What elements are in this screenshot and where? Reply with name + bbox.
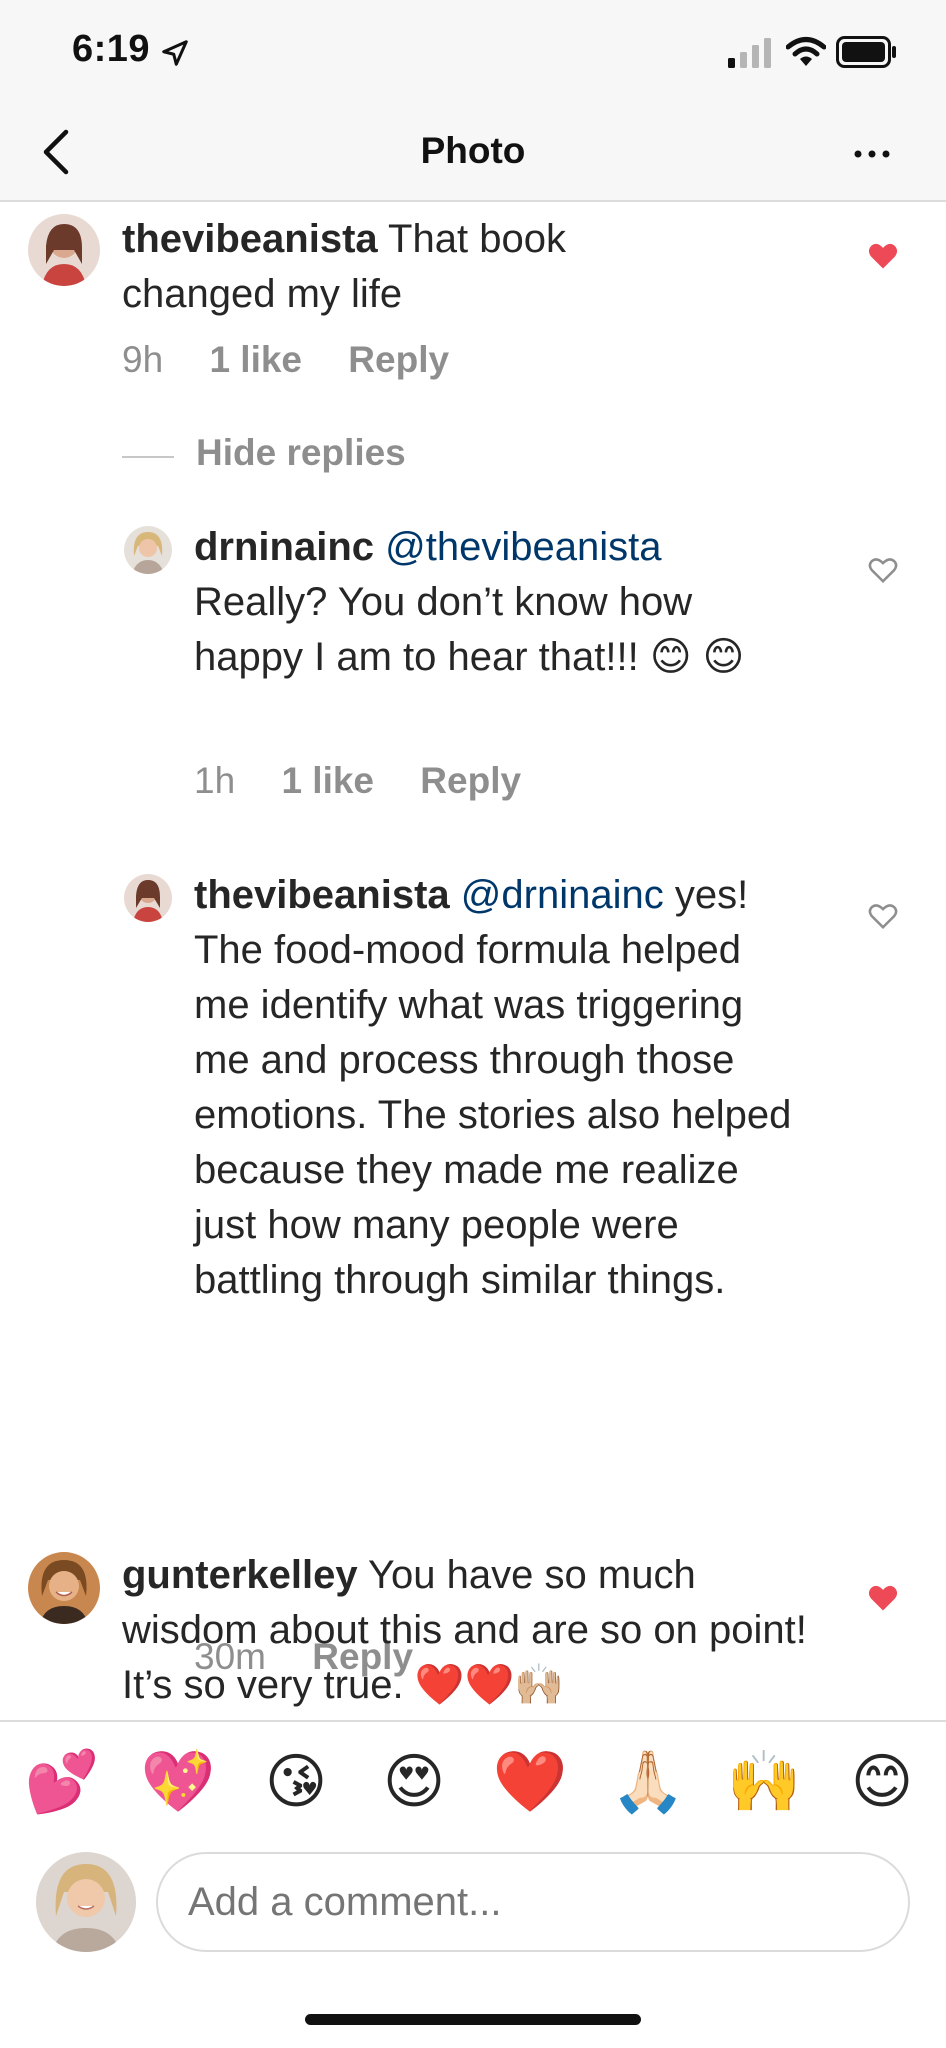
comment: gunterkelley You have so much wisdom abo… — [0, 1536, 946, 1720]
comment-username[interactable]: gunterkelley — [122, 1553, 358, 1597]
comments-list[interactable]: thevibeanista That book changed my life … — [0, 204, 946, 1720]
comment-likes[interactable]: 1 like — [209, 339, 302, 380]
hide-replies-toggle[interactable]: Hide replies — [122, 432, 482, 482]
comment-text: thevibeanista @drninainc yes! The food-m… — [194, 868, 804, 1308]
hide-replies-line — [122, 456, 174, 458]
avatar[interactable] — [28, 1552, 100, 1624]
emoji-heart-eyes[interactable]: 😍 — [374, 1742, 454, 1822]
cellular-signal-icon — [728, 38, 771, 68]
comment-username[interactable]: thevibeanista — [194, 873, 450, 917]
avatar[interactable] — [124, 874, 172, 922]
comment-text: gunterkelley You have so much wisdom abo… — [122, 1548, 822, 1713]
status-bar: 6:19 — [0, 0, 946, 104]
comment-time: 1h — [194, 760, 236, 801]
quick-emoji-bar: 💕 💖 😘 😍 ❤️ 🙏🏻 🙌 😊 — [0, 1720, 946, 1840]
location-arrow-icon — [162, 40, 188, 66]
comment-text: drninainc @thevibeanista Really? You don… — [194, 520, 794, 685]
comment-time: 9h — [122, 339, 164, 380]
comment-reply: drninainc @thevibeanista Really? You don… — [0, 514, 946, 814]
heart-outline-icon[interactable] — [868, 902, 898, 930]
current-user-avatar — [36, 1852, 136, 1952]
reply-button[interactable]: Reply — [348, 339, 449, 380]
emoji-red-heart[interactable]: ❤️ — [490, 1742, 570, 1822]
comment-username[interactable]: thevibeanista — [122, 217, 378, 261]
comment-meta: 1h 1 like Reply — [194, 760, 557, 802]
emoji-raising-hands[interactable]: 🙌 — [724, 1742, 804, 1822]
emoji-folded-hands[interactable]: 🙏🏻 — [608, 1742, 688, 1822]
battery-icon — [836, 36, 896, 68]
home-indicator[interactable] — [305, 2014, 641, 2025]
comment-text: thevibeanista That book changed my life — [122, 212, 682, 322]
heart-filled-icon[interactable] — [868, 242, 898, 270]
more-options-icon[interactable] — [852, 136, 892, 172]
comment-composer — [0, 1840, 946, 1980]
mention-link[interactable]: @drninainc — [461, 873, 664, 917]
emoji-smiling-face[interactable]: 😊 — [842, 1742, 922, 1822]
reply-button[interactable]: Reply — [420, 760, 521, 801]
comment-body: yes! The food-mood formula helped me ide… — [194, 873, 792, 1302]
wifi-icon — [786, 37, 826, 66]
comment: thevibeanista That book changed my life … — [0, 204, 946, 404]
comment-input[interactable] — [156, 1852, 910, 1952]
avatar[interactable] — [28, 214, 100, 286]
hide-replies-label: Hide replies — [196, 432, 406, 473]
comment-body: Really? You don’t know how happy I am to… — [194, 580, 745, 679]
nav-bar: Photo — [0, 104, 946, 202]
comment-meta: 9h 1 like Reply — [122, 339, 485, 381]
page-title: Photo — [420, 130, 526, 171]
emoji-sparkling-heart[interactable]: 💖 — [138, 1742, 218, 1822]
emoji-kissing-face[interactable]: 😘 — [256, 1742, 336, 1822]
mention-link[interactable]: @thevibeanista — [385, 525, 661, 569]
status-time: 6:19 — [72, 28, 151, 70]
avatar[interactable] — [124, 526, 172, 574]
comment-username[interactable]: drninainc — [194, 525, 374, 569]
emoji-two-hearts[interactable]: 💕 — [22, 1742, 102, 1822]
heart-outline-icon[interactable] — [868, 556, 898, 584]
comment-likes[interactable]: 1 like — [281, 760, 374, 801]
heart-filled-icon[interactable] — [868, 1584, 898, 1612]
